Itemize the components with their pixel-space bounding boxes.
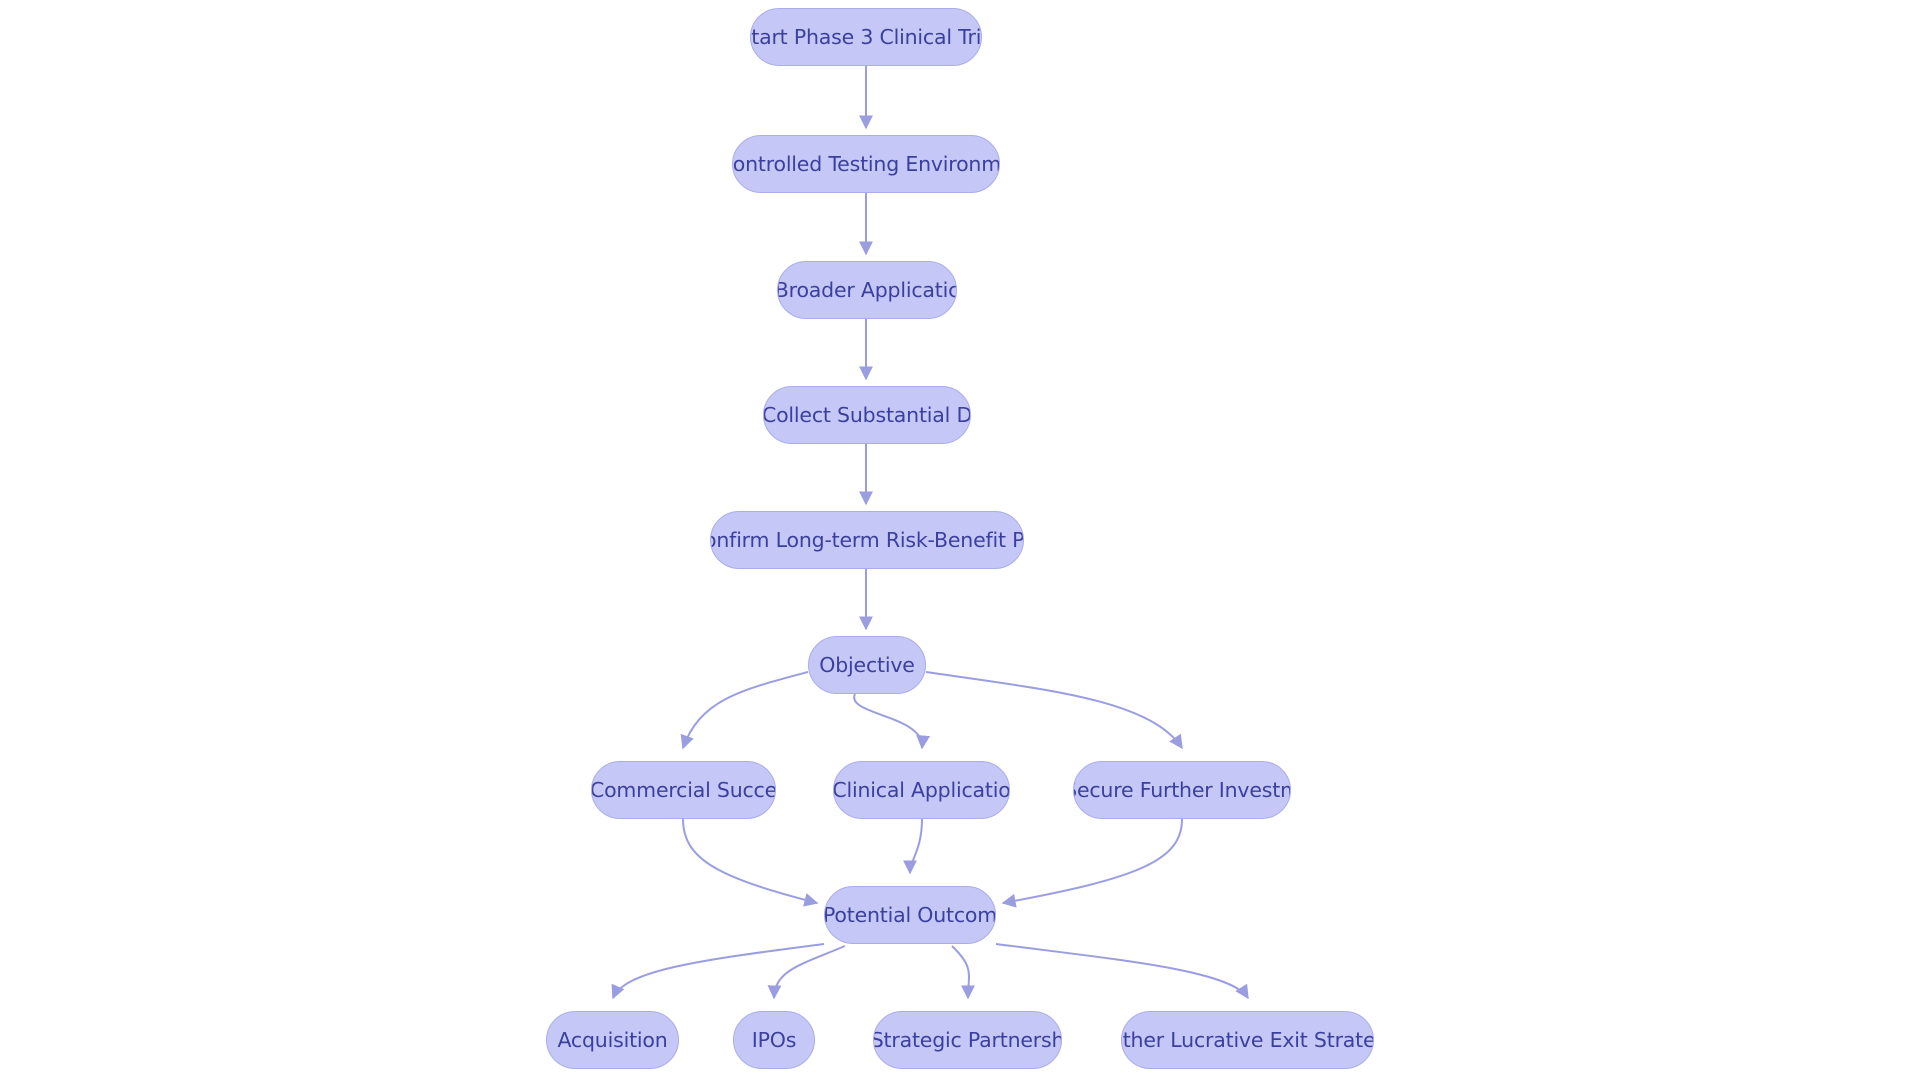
flowchart-node-commercial[interactable]: Commercial Succe — [591, 761, 776, 819]
flowchart-node-objectives[interactable]: Objective — [808, 636, 926, 694]
flowchart-node-confirm[interactable]: Confirm Long-term Risk-Benefit Pro — [710, 511, 1024, 569]
edge-outcomes-to-partnerships — [951, 945, 976, 1000]
flowchart-node-label: Secure Further Investm — [1073, 777, 1291, 802]
flowchart-node-controlled[interactable]: Controlled Testing Environme — [732, 135, 1000, 193]
flowchart-node-label: Strategic Partnersh — [873, 1027, 1062, 1052]
flowchart-node-label: Clinical Applicatio — [833, 777, 1010, 802]
flowchart-node-clinical[interactable]: Clinical Applicatio — [833, 761, 1010, 819]
flowchart-node-label: Collect Substantial D — [763, 402, 971, 427]
flowchart-canvas: Start Phase 3 Clinical Tria Controlled Te… — [0, 0, 1920, 1080]
edge-outcomes-to-ipos — [767, 945, 846, 1000]
flowchart-node-other[interactable]: Other Lucrative Exit Strateg — [1121, 1011, 1374, 1069]
flowchart-node-outcomes[interactable]: Potential Outcom — [824, 886, 996, 944]
edge-objectives-to-secure — [925, 671, 1183, 750]
edge-clinical-to-outcomes — [903, 818, 923, 875]
flowchart-node-broader[interactable]: Broader Applicatic — [777, 261, 957, 319]
edge-commercial-to-outcomes — [682, 818, 819, 907]
edge-objectives-to-clinical — [853, 693, 931, 750]
flowchart-node-acquisition[interactable]: Acquisition — [546, 1011, 679, 1069]
flowchart-node-label: Commercial Succe — [591, 777, 776, 802]
flowchart-node-label: Controlled Testing Environme — [732, 151, 1000, 176]
flowchart-node-secure[interactable]: Secure Further Investm — [1073, 761, 1291, 819]
flowchart-node-label: Start Phase 3 Clinical Tria — [750, 24, 982, 49]
edge-secure-to-outcomes — [1001, 818, 1183, 908]
flowchart-node-partnerships[interactable]: Strategic Partnersh — [873, 1011, 1062, 1069]
flowchart-node-label: Confirm Long-term Risk-Benefit Pro — [711, 527, 1024, 552]
flowchart-node-label: Potential Outcom — [824, 902, 996, 927]
flowchart-node-ipos[interactable]: IPOs — [733, 1011, 815, 1069]
flowchart-node-label: Objective — [819, 652, 915, 677]
edge-outcomes-to-other — [995, 943, 1249, 1000]
edge-objectives-to-commercial — [680, 671, 809, 750]
flowchart-node-collect[interactable]: Collect Substantial D — [763, 386, 971, 444]
flowchart-node-label: IPOs — [751, 1027, 797, 1052]
edge-outcomes-to-acquisition — [611, 943, 825, 1000]
flowchart-node-start[interactable]: Start Phase 3 Clinical Tria — [750, 8, 982, 66]
flowchart-node-label: Broader Applicatic — [777, 277, 957, 302]
flowchart-node-label: Other Lucrative Exit Strateg — [1122, 1027, 1373, 1052]
flowchart-node-label: Acquisition — [557, 1027, 668, 1052]
